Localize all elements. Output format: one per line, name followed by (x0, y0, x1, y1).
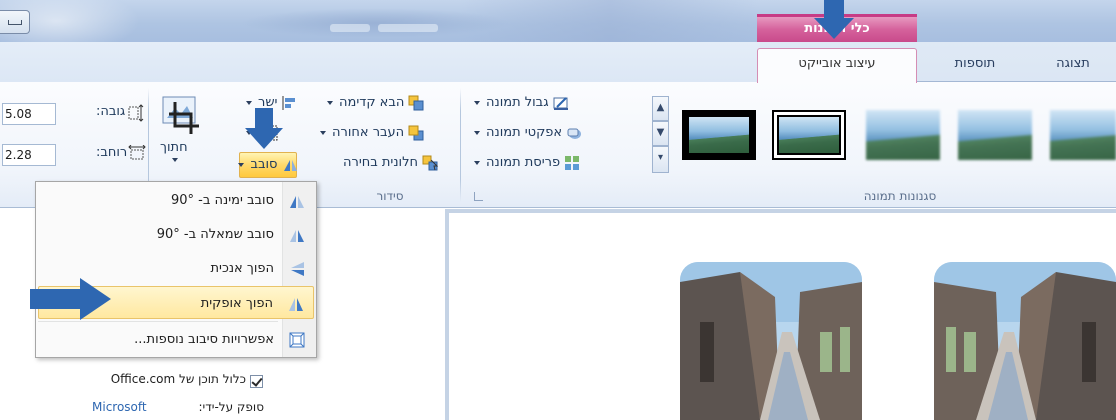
rotate-icon (283, 160, 297, 171)
group-separator (460, 88, 461, 202)
menu-item-rotate-right[interactable]: סובב ימינה ב- 90° (38, 184, 314, 217)
dropdown-arrow-icon (474, 161, 480, 165)
dropdown-arrow-icon (474, 101, 480, 105)
tab-format-object[interactable]: עיצוב אובייקט (757, 48, 917, 83)
dropdown-arrow-icon (327, 101, 333, 105)
height-label: גובה: (96, 104, 126, 119)
crop-label[interactable]: חתוך (160, 140, 188, 155)
group-label-picture-styles: סגנונות תמונה (863, 189, 937, 203)
picture-layout-button[interactable]: פריסת תמונה (474, 152, 580, 174)
include-office-content-checkbox[interactable] (250, 375, 263, 388)
rotate-label: סובב (250, 157, 278, 172)
style-thumb-soft-edge-2[interactable] (958, 110, 1032, 160)
dropdown-arrow-icon (474, 131, 480, 135)
flip-horizontal-icon (289, 298, 303, 311)
menu-item-label: סובב שמאלה ב- 90° (156, 227, 274, 242)
more-rotation-icon (289, 332, 305, 348)
style-thumb-soft-edge-3[interactable] (1050, 110, 1116, 160)
width-input[interactable]: 2.28 (2, 144, 56, 166)
dropdown-arrow-icon (238, 163, 245, 167)
rotate-menu: סובב ימינה ב- 90° סובב שמאלה ב- 90° הפוך… (35, 181, 317, 358)
rotate-left-icon (290, 230, 304, 242)
provided-by-label: סופק על-ידי: (198, 400, 264, 414)
menu-item-rotate-left[interactable]: סובב שמאלה ב- 90° (38, 218, 314, 251)
window-menu-button[interactable] (0, 10, 30, 34)
picture-layout-label: פריסת תמונה (486, 155, 561, 170)
picture-effects-label: אפקטי תמונה (486, 125, 563, 140)
title-blur (378, 24, 438, 32)
tab-view[interactable]: תצוגה (1030, 50, 1116, 82)
height-input[interactable]: 5.08 (2, 103, 56, 125)
bring-forward-label: הבא קדימה (339, 95, 405, 110)
callout-arrow-icon (814, 0, 854, 39)
callout-arrow-icon (245, 108, 283, 149)
picture-border-button[interactable]: גבול תמונה (474, 92, 569, 114)
width-label: רוחב: (96, 145, 128, 160)
send-backward-icon (408, 125, 424, 141)
dropdown-arrow-icon (246, 101, 252, 105)
picture-effects-button[interactable]: אפקטי תמונה (474, 122, 582, 144)
picture-effects-icon (567, 128, 582, 139)
gallery-scroll-down[interactable]: ▼ (652, 121, 669, 146)
inserted-picture-original[interactable] (934, 262, 1116, 420)
gallery-scroll-up[interactable]: ▲ (652, 96, 669, 121)
dropdown-arrow-icon (320, 131, 326, 135)
crop-dropdown-arrow-icon[interactable] (172, 158, 178, 162)
width-icon (128, 145, 146, 160)
style-thumb-double-frame[interactable] (772, 110, 846, 160)
selection-pane-button[interactable]: חלונית בחירה (343, 152, 438, 174)
menu-item-label: הפוך אנכית (210, 261, 275, 276)
selection-pane-icon (422, 155, 438, 171)
provider-link[interactable]: Microsoft (92, 400, 147, 414)
dialog-launcher[interactable] (474, 192, 483, 201)
style-thumb-black-frame[interactable] (682, 110, 756, 160)
menu-item-label: אפשרויות סיבוב נוספות... (134, 332, 274, 347)
height-icon (128, 104, 144, 122)
picture-border-icon (553, 97, 568, 110)
menu-separator (38, 321, 278, 322)
menu-item-label: סובב ימינה ב- 90° (170, 193, 274, 208)
picture-layout-icon (565, 156, 580, 170)
send-backward-label: העבר אחורה (332, 125, 405, 140)
tab-add-ins[interactable]: תוספות (930, 50, 1020, 82)
title-blur (330, 24, 370, 32)
group-label-arrange: סידור (376, 189, 404, 203)
selection-pane-label: חלונית בחירה (343, 155, 418, 170)
menu-item-label: הפוך אופקית (200, 296, 273, 311)
crop-icon[interactable] (155, 94, 203, 134)
menu-item-more-rotation-options[interactable]: אפשרויות סיבוב נוספות... (38, 323, 314, 356)
picture-styles-gallery[interactable] (672, 96, 1116, 172)
bring-forward-icon (408, 95, 424, 111)
picture-border-label: גבול תמונה (486, 95, 549, 110)
rotate-right-icon (290, 196, 304, 208)
callout-arrow-icon (30, 278, 111, 320)
rotate-button[interactable]: סובב (238, 152, 297, 178)
flip-vertical-icon (291, 262, 304, 276)
style-thumb-soft-edge[interactable] (866, 110, 940, 160)
gallery-more-button[interactable]: ▾ (652, 146, 669, 173)
send-backward-button[interactable]: העבר אחורה (320, 122, 424, 144)
bring-forward-button[interactable]: הבא קדימה (327, 92, 424, 114)
inserted-picture-flipped[interactable] (680, 262, 862, 420)
include-office-content-label: כלול תוכן של Office.com (110, 372, 246, 386)
